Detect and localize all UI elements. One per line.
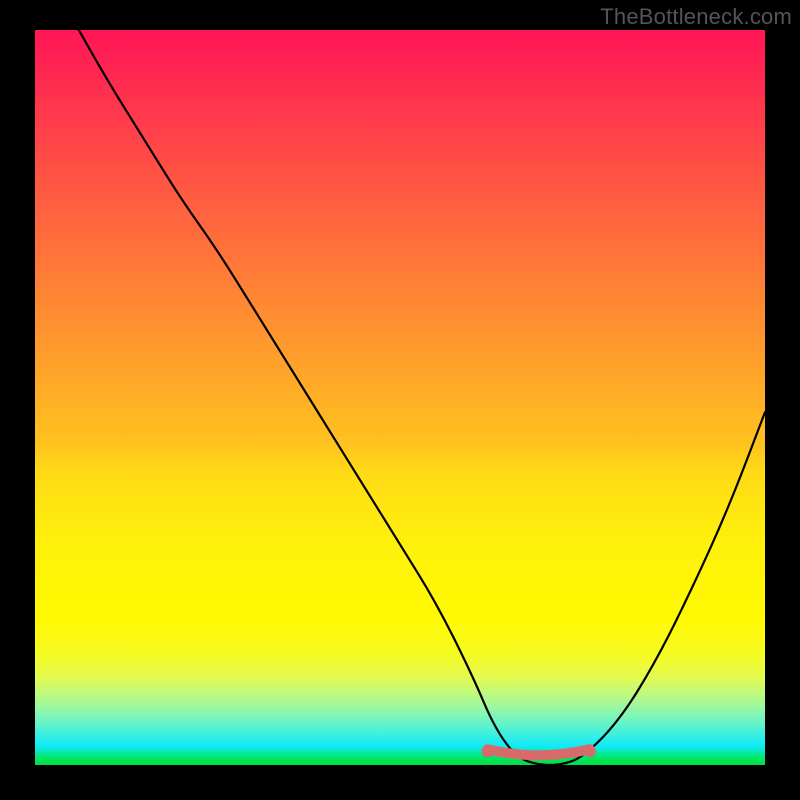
- bottleneck-curve-svg: [35, 30, 765, 765]
- chart-frame: TheBottleneck.com: [0, 0, 800, 800]
- watermark-text: TheBottleneck.com: [600, 4, 792, 30]
- bottleneck-curve-path: [79, 30, 765, 765]
- bottleneck-region-end-dot: [584, 745, 596, 757]
- plot-area: [35, 30, 765, 765]
- bottleneck-region-start-dot: [482, 745, 494, 757]
- bottleneck-region-mark: [488, 749, 590, 755]
